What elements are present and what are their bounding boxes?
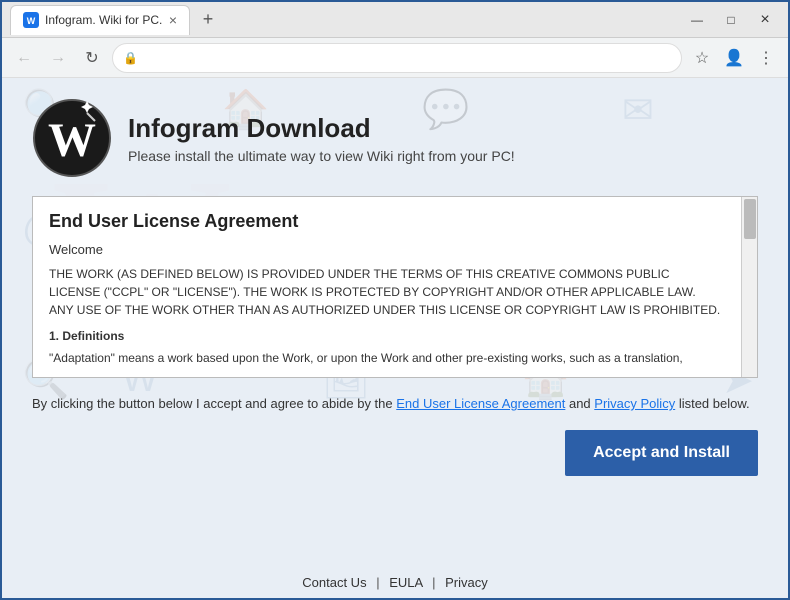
footer-eula-link[interactable]: EULA xyxy=(389,575,422,590)
main-content: W Infogram Download Please install the u… xyxy=(2,78,788,450)
maximize-button[interactable]: □ xyxy=(716,10,746,30)
agreement-text-2: and xyxy=(565,396,594,411)
profile-button[interactable]: 👤 xyxy=(720,44,748,72)
header-text: Infogram Download Please install the ult… xyxy=(128,113,515,164)
tab-close-btn[interactable]: × xyxy=(169,12,177,28)
agreement-text-3: listed below. xyxy=(675,396,749,411)
eula-welcome: Welcome xyxy=(49,242,721,257)
refresh-button[interactable]: ↻ xyxy=(78,44,106,72)
window-controls: — □ × xyxy=(682,10,780,30)
forward-button[interactable]: → xyxy=(44,44,72,72)
svg-text:W: W xyxy=(48,114,96,167)
browser-window: W Infogram. Wiki for PC. × + — □ × ← → ↻… xyxy=(0,0,790,600)
footer-sep-1: | xyxy=(376,575,379,590)
minimize-button[interactable]: — xyxy=(682,10,712,30)
tab-favicon: W xyxy=(23,12,39,28)
tab-title: Infogram. Wiki for PC. xyxy=(45,13,162,27)
eula-link[interactable]: End User License Agreement xyxy=(396,396,565,411)
eula-content[interactable]: End User License Agreement Welcome THE W… xyxy=(33,197,757,377)
footer-sep-2: | xyxy=(432,575,435,590)
agreement-text-1: By clicking the button below I accept an… xyxy=(32,396,396,411)
footer-contact-link[interactable]: Contact Us xyxy=(302,575,366,590)
eula-body: THE WORK (AS DEFINED BELOW) IS PROVIDED … xyxy=(49,265,721,319)
active-tab[interactable]: W Infogram. Wiki for PC. × xyxy=(10,5,190,35)
footer-privacy-link[interactable]: Privacy xyxy=(445,575,488,590)
accept-install-button[interactable]: Accept and Install xyxy=(565,430,758,476)
app-header: W Infogram Download Please install the u… xyxy=(32,98,758,178)
tab-bar: W Infogram. Wiki for PC. × + xyxy=(10,5,678,35)
lock-icon: 🔒 xyxy=(123,51,138,65)
new-tab-button[interactable]: + xyxy=(194,6,222,34)
eula-title: End User License Agreement xyxy=(49,211,721,232)
privacy-link[interactable]: Privacy Policy xyxy=(594,396,675,411)
app-logo: W xyxy=(32,98,112,178)
close-button[interactable]: × xyxy=(750,10,780,30)
eula-section-title: 1. Definitions xyxy=(49,329,721,343)
eula-scrollbar[interactable] xyxy=(741,197,757,377)
page-footer: Contact Us | EULA | Privacy xyxy=(2,575,788,590)
title-bar: W Infogram. Wiki for PC. × + — □ × xyxy=(2,2,788,38)
svg-text:W: W xyxy=(27,16,36,26)
eula-scrollbar-thumb[interactable] xyxy=(744,199,756,239)
eula-section-body: "Adaptation" means a work based upon the… xyxy=(49,349,721,367)
page-content: 🔍 🏠 💬 ✉ @ 💬 📞 ➤ 🔍 W 🖼 🏠 ➤ W W xyxy=(2,78,788,598)
back-button[interactable]: ← xyxy=(10,44,38,72)
app-subtitle: Please install the ultimate way to view … xyxy=(128,148,515,164)
address-bar-row: ← → ↻ 🔒 ☆ 👤 ⋮ xyxy=(2,38,788,78)
address-bar[interactable]: 🔒 xyxy=(112,43,682,73)
app-title: Infogram Download xyxy=(128,113,515,144)
eula-box: End User License Agreement Welcome THE W… xyxy=(32,196,758,378)
menu-button[interactable]: ⋮ xyxy=(752,44,780,72)
agreement-text: By clicking the button below I accept an… xyxy=(32,394,758,414)
toolbar-right: ☆ 👤 ⋮ xyxy=(688,44,780,72)
bookmark-button[interactable]: ☆ xyxy=(688,44,716,72)
